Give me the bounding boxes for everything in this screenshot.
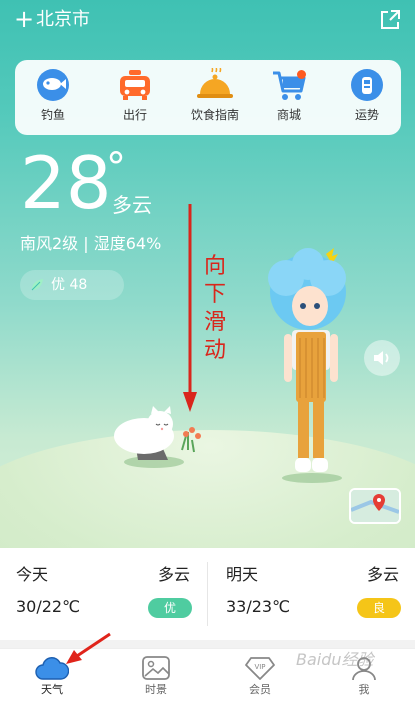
- forecast-day: 明天: [226, 565, 259, 584]
- divider: [207, 562, 208, 626]
- character-illustration: [268, 248, 346, 483]
- service-mall[interactable]: 商城: [255, 68, 323, 130]
- car-icon: [120, 70, 150, 100]
- service-label: 钓鱼: [40, 108, 65, 122]
- city-name[interactable]: 北京市: [36, 8, 90, 32]
- forecast-temp-range: 33/23℃: [226, 597, 291, 616]
- tab-scenery[interactable]: 时景: [104, 649, 208, 706]
- map-button[interactable]: [349, 488, 401, 524]
- service-fortune[interactable]: 运势: [333, 68, 401, 130]
- hint-char: 动: [203, 338, 226, 363]
- hint-char: 向: [203, 254, 226, 279]
- watermark: Baidu经验: [296, 650, 374, 669]
- service-label: 运势: [354, 108, 379, 122]
- service-fishing[interactable]: 钓鱼: [19, 68, 87, 130]
- share-icon[interactable]: [378, 8, 402, 32]
- fortune-icon: [351, 69, 383, 101]
- services-card: 钓鱼 出行 饮食指南 商城 运势: [15, 60, 401, 135]
- speaker-icon: [374, 351, 389, 365]
- voice-broadcast-button[interactable]: [364, 340, 400, 376]
- forecast-condition: 多云: [158, 565, 191, 584]
- picture-icon: [142, 656, 170, 680]
- temperature-value: 28: [20, 141, 112, 225]
- air-quality-badge: 良: [357, 598, 401, 618]
- tab-label: 我: [358, 683, 370, 696]
- service-travel[interactable]: 出行: [101, 68, 169, 130]
- hint-char: 滑: [203, 310, 226, 335]
- tap-hint-arrow: [66, 632, 111, 664]
- map-pin-icon: [351, 490, 399, 522]
- air-quality-badge: 优: [148, 598, 192, 618]
- aqi-text: 优 48: [51, 277, 88, 293]
- notification-dot: [297, 70, 306, 79]
- wind-humidity: 南风2级 | 湿度64%: [20, 234, 162, 253]
- swipe-hint-text: 向 下 滑 动: [203, 253, 227, 365]
- service-food-guide[interactable]: 饮食指南: [179, 68, 251, 130]
- degree-symbol: °: [106, 145, 126, 191]
- top-bar: + 北京市: [0, 0, 415, 40]
- service-label: 商城: [276, 108, 301, 122]
- hint-char: 下: [203, 282, 226, 307]
- leaf-icon: [31, 279, 43, 291]
- tab-label: 时景: [145, 683, 167, 696]
- food-cover-icon: [197, 68, 233, 98]
- vip-diamond-icon: VIP: [245, 657, 275, 680]
- forecast-panel: 今天 多云 30/22℃ 优 明天 多云 33/23℃ 良: [0, 548, 415, 640]
- cat-illustration: [114, 406, 201, 468]
- fish-icon: [37, 69, 69, 101]
- service-label: 饮食指南: [190, 108, 239, 122]
- tab-label: 天气: [41, 683, 63, 696]
- service-label: 出行: [122, 108, 147, 122]
- swipe-down-arrow: [183, 204, 197, 412]
- tab-label: 会员: [249, 683, 271, 696]
- forecast-day: 今天: [16, 565, 49, 584]
- forecast-temp-range: 30/22℃: [16, 597, 81, 616]
- section-gap: [0, 640, 415, 648]
- forecast-condition: 多云: [367, 565, 400, 584]
- plus-icon[interactable]: +: [14, 6, 34, 32]
- weather-condition: 多云: [112, 193, 152, 217]
- air-quality-pill[interactable]: 优 48: [20, 270, 124, 300]
- svg-text:VIP: VIP: [254, 663, 265, 671]
